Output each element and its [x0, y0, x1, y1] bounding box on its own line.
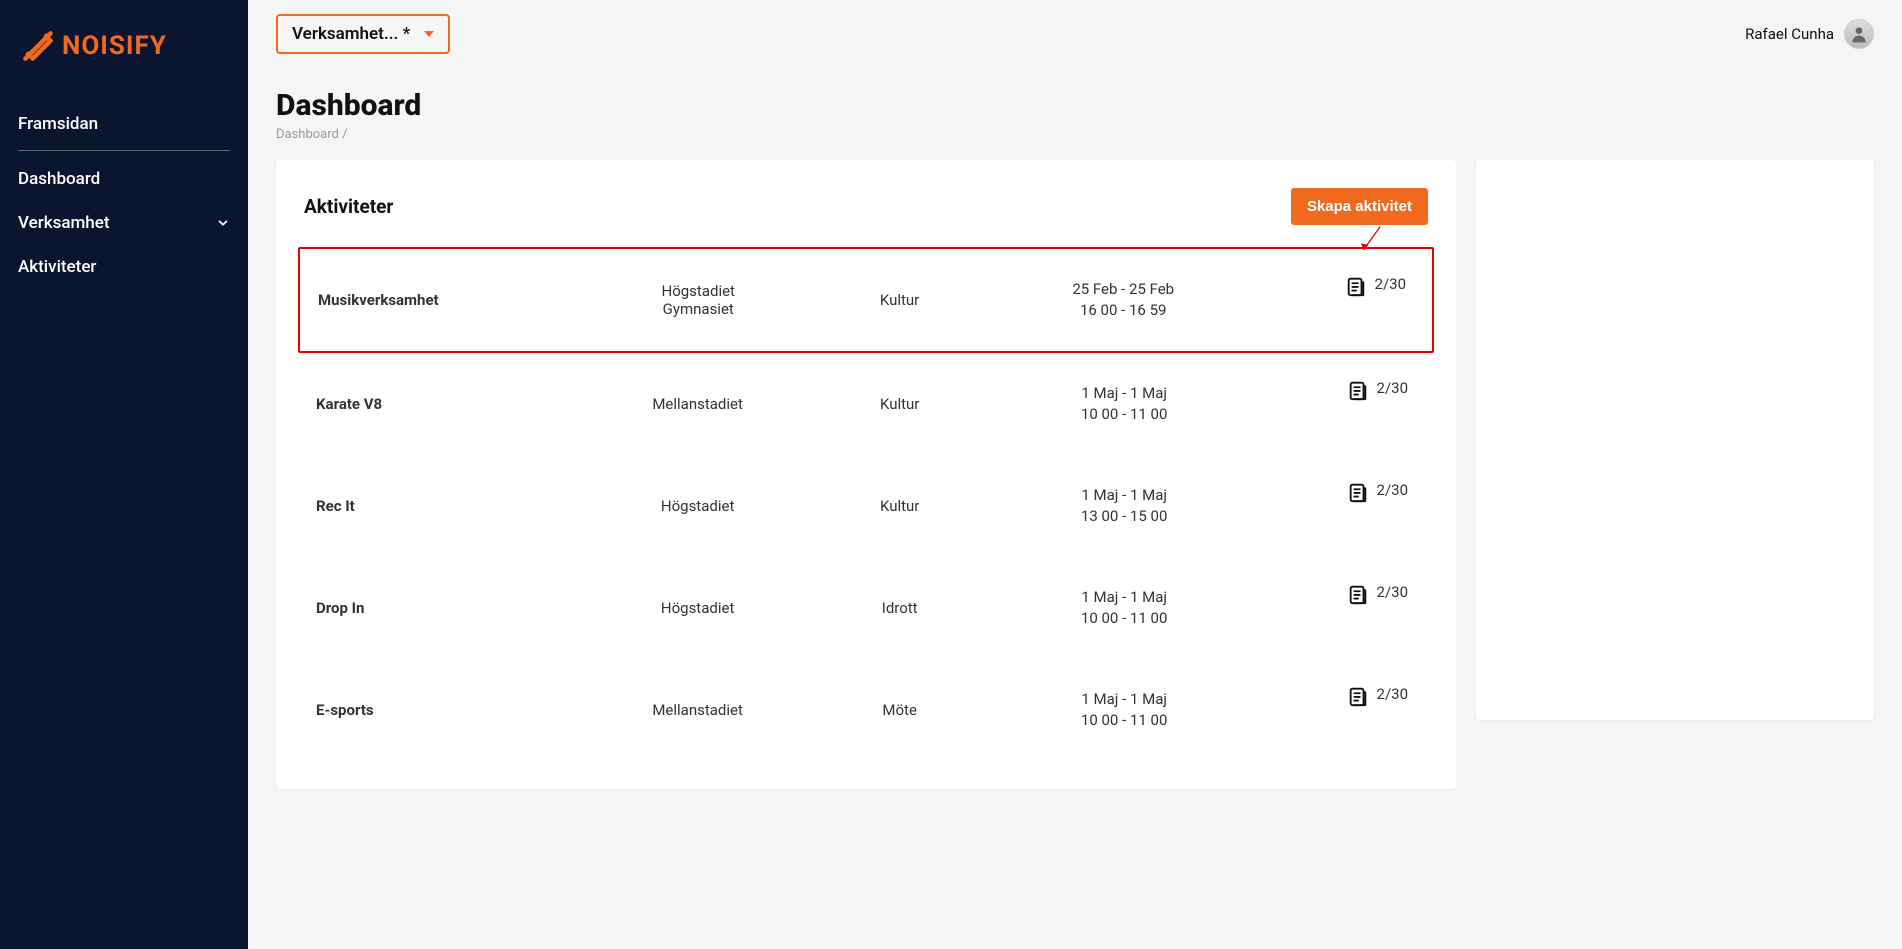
clipboard-icon — [1347, 583, 1369, 605]
activity-time: 10 00 - 11 00 — [989, 404, 1258, 425]
clipboard-icon — [1347, 379, 1369, 401]
clipboard-icon — [1347, 481, 1369, 503]
activity-datetime: 25 Feb - 25 Feb16 00 - 16 59 — [989, 279, 1257, 321]
caret-down-icon — [424, 31, 434, 37]
nav-separator — [18, 150, 230, 151]
sidebar-item-framsidan[interactable]: Framsidan — [18, 102, 230, 146]
activity-datetime: 1 Maj - 1 Maj10 00 - 11 00 — [989, 689, 1258, 731]
activity-datetime: 1 Maj - 1 Maj10 00 - 11 00 — [989, 587, 1258, 629]
sidebar-item-aktiviteter[interactable]: Aktiviteter — [18, 245, 230, 289]
sidebar-item-label: Dashboard — [18, 169, 100, 189]
capacity-value: 2/30 — [1377, 685, 1408, 703]
verksamhet-selector[interactable]: Verksamhet... * — [276, 14, 450, 54]
page-title: Dashboard — [276, 88, 1874, 123]
activity-time: 16 00 - 16 59 — [989, 300, 1257, 321]
activity-row[interactable]: Drop In Högstadiet Idrott1 Maj - 1 Maj10 0… — [298, 557, 1434, 659]
activities-list: MusikverksamhetHögstadietGymnasietKultur… — [298, 247, 1434, 761]
activity-row[interactable]: MusikverksamhetHögstadietGymnasietKultur… — [298, 247, 1434, 353]
activity-category: Kultur — [810, 291, 989, 309]
activity-audience: Mellanstadiet — [585, 701, 810, 719]
activity-time: 10 00 - 11 00 — [989, 710, 1258, 731]
selector-label: Verksamhet... * — [292, 24, 410, 44]
activity-audience-line1: Högstadiet — [661, 497, 734, 515]
activity-category: Möte — [810, 701, 990, 719]
activities-heading: Aktiviteter — [304, 195, 393, 218]
logo: NOISIFY — [18, 28, 230, 94]
side-card — [1476, 160, 1874, 720]
activity-datetime: 1 Maj - 1 Maj13 00 - 15 00 — [989, 485, 1258, 527]
activity-audience-line2: Gymnasiet — [663, 300, 734, 318]
clipboard-icon — [1345, 275, 1367, 297]
activity-audience-line1: Högstadiet — [662, 282, 735, 300]
activity-time: 10 00 - 11 00 — [989, 608, 1258, 629]
activity-category: Kultur — [810, 395, 990, 413]
activity-name: Karate V8 — [316, 395, 585, 413]
activity-time: 13 00 - 15 00 — [989, 506, 1258, 527]
activity-audience-line1: Mellanstadiet — [652, 395, 743, 413]
activity-audience: HögstadietGymnasiet — [586, 282, 810, 318]
logo-text: NOISIFY — [62, 31, 167, 61]
annotation-arrow-icon — [1358, 225, 1384, 255]
create-activity-button[interactable]: Skapa aktivitet — [1291, 188, 1428, 225]
sidebar-item-label: Framsidan — [18, 114, 98, 134]
activity-category: Kultur — [810, 497, 990, 515]
main: Verksamhet... * Rafael Cunha Dashboard D… — [248, 0, 1902, 949]
activity-row[interactable]: E-sports Mellanstadiet Möte1 Maj - 1 Maj10… — [298, 659, 1434, 761]
activity-name: Musikverksamhet — [318, 291, 586, 309]
activity-audience-line1: Högstadiet — [661, 599, 734, 617]
activity-datetime: 1 Maj - 1 Maj10 00 - 11 00 — [989, 383, 1258, 425]
activity-audience: Högstadiet — [585, 599, 810, 617]
activity-date: 1 Maj - 1 Maj — [989, 587, 1258, 608]
logo-icon — [20, 28, 56, 64]
avatar — [1844, 19, 1874, 49]
user-name: Rafael Cunha — [1745, 25, 1834, 43]
activity-row[interactable]: Rec It Högstadiet Kultur1 Maj - 1 Maj13 00… — [298, 455, 1434, 557]
activity-capacity: 2/30 — [1259, 379, 1416, 401]
content-row: Aktiviteter Skapa aktivitet Musikverksam… — [248, 160, 1902, 817]
activity-date: 1 Maj - 1 Maj — [989, 383, 1258, 404]
activity-name: Drop In — [316, 599, 585, 617]
sidebar: NOISIFY Framsidan Dashboard Verksamhet A… — [0, 0, 248, 949]
sidebar-item-dashboard[interactable]: Dashboard — [18, 157, 230, 201]
user-icon — [1849, 24, 1869, 44]
sidebar-item-label: Aktiviteter — [18, 257, 96, 277]
topbar: Verksamhet... * Rafael Cunha — [248, 0, 1902, 60]
activity-capacity: 2/30 — [1257, 275, 1414, 297]
activity-capacity: 2/30 — [1259, 583, 1416, 605]
activity-audience: Högstadiet — [585, 497, 810, 515]
clipboard-icon — [1347, 685, 1369, 707]
activity-capacity: 2/30 — [1259, 685, 1416, 707]
activity-name: Rec It — [316, 497, 585, 515]
chevron-down-icon — [216, 216, 230, 230]
activities-card: Aktiviteter Skapa aktivitet Musikverksam… — [276, 160, 1456, 789]
activity-date: 1 Maj - 1 Maj — [989, 689, 1258, 710]
activity-date: 25 Feb - 25 Feb — [989, 279, 1257, 300]
breadcrumb: Dashboard / — [276, 127, 1874, 142]
capacity-value: 2/30 — [1377, 583, 1408, 601]
capacity-value: 2/30 — [1377, 379, 1408, 397]
activity-name: E-sports — [316, 701, 585, 719]
capacity-value: 2/30 — [1377, 481, 1408, 499]
user-menu[interactable]: Rafael Cunha — [1745, 19, 1874, 49]
sidebar-item-verksamhet[interactable]: Verksamhet — [18, 201, 230, 245]
card-header: Aktiviteter Skapa aktivitet — [298, 188, 1434, 225]
activity-audience: Mellanstadiet — [585, 395, 810, 413]
nav: Framsidan Dashboard Verksamhet Aktivitet… — [18, 102, 230, 289]
capacity-value: 2/30 — [1375, 275, 1406, 293]
activity-category: Idrott — [810, 599, 990, 617]
activity-row[interactable]: Karate V8 Mellanstadiet Kultur1 Maj - 1 Ma… — [298, 353, 1434, 455]
page-header: Dashboard Dashboard / — [248, 60, 1902, 160]
activity-capacity: 2/30 — [1259, 481, 1416, 503]
sidebar-item-label: Verksamhet — [18, 213, 110, 233]
activity-date: 1 Maj - 1 Maj — [989, 485, 1258, 506]
activity-audience-line1: Mellanstadiet — [652, 701, 743, 719]
